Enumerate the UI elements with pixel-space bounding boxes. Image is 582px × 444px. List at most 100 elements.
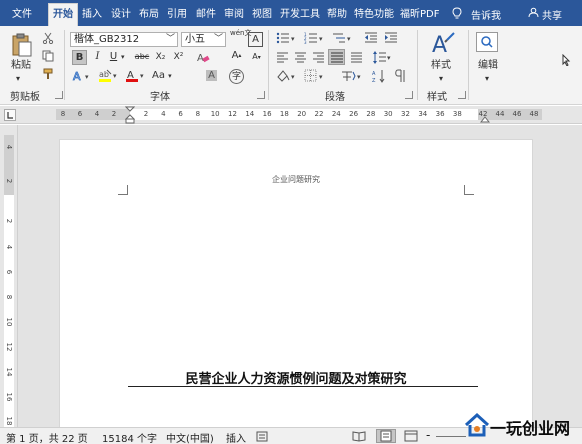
language-indicator[interactable]: 中文(中国) xyxy=(166,430,214,444)
clipboard-launcher-icon[interactable] xyxy=(55,91,63,99)
vertical-ruler[interactable]: 4 2 2 4 6 8 10 12 14 16 18 xyxy=(0,125,18,427)
enclosed-char-button[interactable]: 字 xyxy=(229,69,244,84)
decrease-indent-icon[interactable] xyxy=(364,32,378,47)
pinyin-guide-button[interactable]: wén文 xyxy=(230,29,251,38)
ruler-tick-label: 36 xyxy=(435,110,445,118)
chevron-down-icon: ﹀ xyxy=(165,34,175,44)
strikethrough-button[interactable]: abc xyxy=(133,50,151,65)
distributed-icon[interactable] xyxy=(350,52,363,66)
tab-view[interactable]: 视图 xyxy=(248,5,276,26)
tab-mailings[interactable]: 邮件 xyxy=(192,5,220,26)
font-color-icon[interactable]: A ▾ xyxy=(125,68,147,86)
borders-icon[interactable]: ▾ xyxy=(304,69,326,86)
shading-icon[interactable]: ▾ xyxy=(276,69,298,86)
bullets-icon[interactable]: ▾ xyxy=(276,32,298,47)
document-page[interactable]: 企业问题研究 民营企业人力资源惯例问题及对策研究 xyxy=(59,139,533,429)
print-layout-icon[interactable] xyxy=(376,429,396,443)
page-header[interactable]: 企业问题研究 xyxy=(60,174,532,185)
tab-home[interactable]: 开始 xyxy=(48,3,78,26)
underline-dropdown-icon[interactable]: ▾ xyxy=(121,50,125,64)
underline-button[interactable]: U xyxy=(106,50,121,65)
clear-formatting-icon[interactable]: A xyxy=(196,51,210,67)
first-line-indent-marker[interactable] xyxy=(124,106,136,127)
svg-text:▾: ▾ xyxy=(347,35,351,43)
cut-icon[interactable] xyxy=(42,32,54,47)
tab-insert[interactable]: 插入 xyxy=(78,5,106,26)
tab-review[interactable]: 审阅 xyxy=(220,5,248,26)
macro-record-icon[interactable] xyxy=(256,431,268,444)
vruler-tick-label: 14 xyxy=(5,367,13,377)
web-layout-icon[interactable] xyxy=(404,430,418,444)
vruler-tick-label: 8 xyxy=(5,294,13,300)
styles-dropdown-icon[interactable]: ▾ xyxy=(439,72,443,86)
paste-icon[interactable] xyxy=(10,32,34,61)
document-title[interactable]: 民营企业人力资源惯例问题及对策研究 xyxy=(60,368,532,387)
chinese-layout-icon[interactable]: ▾ xyxy=(340,69,364,86)
svg-text:A: A xyxy=(73,70,81,83)
tell-me-search[interactable]: 告诉我 xyxy=(471,7,501,22)
tab-developer[interactable]: 开发工具 xyxy=(276,5,324,26)
styles-icon[interactable]: A xyxy=(429,30,457,61)
line-spacing-icon[interactable]: ▾ xyxy=(372,50,392,68)
align-left-icon[interactable] xyxy=(276,52,289,66)
sort-icon[interactable]: AZ xyxy=(372,69,386,86)
word-count[interactable]: 15184 个字 xyxy=(102,430,157,444)
ruler-tick-label: 26 xyxy=(349,110,359,118)
paragraph-launcher-icon[interactable] xyxy=(405,91,413,99)
increase-indent-icon[interactable] xyxy=(384,32,398,47)
share-icon[interactable] xyxy=(528,7,539,21)
page-count[interactable]: 第 1 页，共 22 页 xyxy=(6,430,88,444)
align-right-icon[interactable] xyxy=(312,52,325,66)
font-launcher-icon[interactable] xyxy=(257,91,265,99)
highlight-color-icon[interactable]: ab ▾ xyxy=(98,68,120,86)
bold-button[interactable]: B xyxy=(72,50,87,65)
zoom-out-button[interactable]: - xyxy=(426,428,430,442)
align-center-icon[interactable] xyxy=(294,52,307,66)
tab-special-features[interactable]: 特色功能 xyxy=(350,5,398,26)
font-name-combobox[interactable]: 楷体_GB2312 ﹀ xyxy=(70,32,178,47)
tab-selector[interactable] xyxy=(4,109,16,121)
share-button[interactable]: 共享 xyxy=(542,7,562,22)
horizontal-ruler[interactable]: 8642 2 4 6 8 10 12 14 16 18 20 22 24 26 28 30 32 34 36 38 … xyxy=(0,106,582,124)
read-mode-icon[interactable] xyxy=(352,430,366,444)
paste-button[interactable]: 粘贴 xyxy=(11,59,31,73)
show-marks-icon[interactable] xyxy=(394,69,406,86)
grow-font-button[interactable]: A▴ xyxy=(229,49,244,64)
collapse-ribbon-icon[interactable] xyxy=(561,53,573,69)
subscript-button[interactable]: X₂ xyxy=(153,50,168,65)
lightbulb-icon[interactable] xyxy=(452,7,462,23)
group-divider xyxy=(64,30,65,100)
char-shading-button[interactable]: A xyxy=(204,69,219,84)
editing-dropdown-icon[interactable]: ▾ xyxy=(485,72,489,86)
editing-button[interactable]: 编辑 xyxy=(478,59,498,73)
change-case-button[interactable]: Aa ▾ xyxy=(152,69,172,83)
numbering-icon[interactable]: 1 2 3 ▾ xyxy=(304,32,326,47)
tab-references[interactable]: 引用 xyxy=(163,5,191,26)
justify-icon[interactable] xyxy=(328,49,345,65)
styles-launcher-icon[interactable] xyxy=(458,91,466,99)
paste-dropdown-icon[interactable]: ▾ xyxy=(16,72,20,86)
text-effects-icon[interactable]: A ▾ xyxy=(72,69,92,86)
multilevel-list-icon[interactable]: ▾ xyxy=(332,32,354,47)
italic-button[interactable]: I xyxy=(90,50,105,65)
tab-file[interactable]: 文件 xyxy=(8,5,36,26)
tab-foxit-pdf[interactable]: 福昕PDF xyxy=(396,5,443,26)
tab-layout[interactable]: 布局 xyxy=(135,5,163,26)
font-size-combobox[interactable]: 小五 ﹀ xyxy=(181,32,226,47)
vruler-tick-label: 4 xyxy=(5,244,13,250)
copy-icon[interactable] xyxy=(42,50,54,65)
vruler-tick-label: 18 xyxy=(5,416,13,426)
superscript-button[interactable]: X² xyxy=(171,50,186,65)
tab-help[interactable]: 帮助 xyxy=(323,5,351,26)
styles-button[interactable]: 样式 xyxy=(431,59,451,73)
ruler-tick-label: 20 xyxy=(297,110,307,118)
char-border-button[interactable]: A xyxy=(248,32,263,47)
insert-mode-indicator[interactable]: 插入 xyxy=(226,430,246,444)
shrink-font-button[interactable]: A▾ xyxy=(249,50,264,65)
format-painter-icon[interactable] xyxy=(42,68,54,83)
svg-text:▾: ▾ xyxy=(85,73,89,81)
svg-text:▾: ▾ xyxy=(387,54,391,62)
find-icon[interactable] xyxy=(476,32,498,52)
svg-text:A: A xyxy=(372,71,376,77)
tab-design[interactable]: 设计 xyxy=(107,5,135,26)
